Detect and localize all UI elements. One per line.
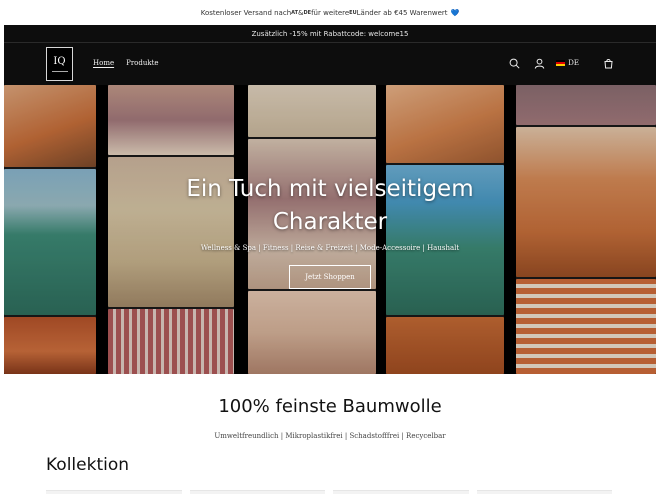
flag-de-icon bbox=[556, 60, 566, 66]
announcement-text-end: Länder ab €45 Warenwert bbox=[356, 8, 448, 17]
header-icons: DE bbox=[506, 55, 616, 71]
locale-label: DE bbox=[568, 59, 579, 67]
logo-mark: IQ bbox=[53, 55, 66, 67]
announcement-country-at: AT bbox=[291, 9, 299, 16]
logo-underline bbox=[51, 70, 68, 72]
nav-home[interactable]: Home bbox=[93, 59, 114, 67]
section-title: 100% feinste Baumwolle bbox=[218, 396, 442, 417]
hero-banner: Ein Tuch mit vielseitigem Charakter Well… bbox=[4, 85, 656, 374]
section-subtitle: Umweltfreundlich | Mikroplastikfrei | Sc… bbox=[214, 432, 446, 440]
main-nav: Home Produkte bbox=[93, 59, 159, 67]
promo-bar: Zusätzlich -15% mit Rabattcode: welcome1… bbox=[4, 25, 656, 43]
shop-now-button[interactable]: Jetzt Shoppen bbox=[289, 265, 371, 289]
announcement-country-de: DE bbox=[303, 9, 312, 16]
store-frame: Zusätzlich -15% mit Rabattcode: welcome1… bbox=[4, 25, 656, 374]
locale-selector[interactable]: DE bbox=[556, 59, 579, 67]
announcement-text-start: Kostenloser Versand nach bbox=[200, 8, 292, 17]
announcement-bar: Kostenloser Versand nach AT & DE für wei… bbox=[0, 0, 660, 25]
collection-card[interactable] bbox=[189, 490, 325, 494]
collection-card[interactable] bbox=[476, 490, 612, 494]
site-header: IQ Home Produkte DE bbox=[4, 43, 656, 85]
announcement-text-mid: für weitere bbox=[311, 8, 350, 17]
heart-icon: 💙 bbox=[450, 8, 460, 17]
hero-title-line-2: Charakter bbox=[272, 209, 388, 235]
hero-title: Ein Tuch mit vielseitigem Charakter bbox=[4, 173, 656, 239]
hero-subtitle: Wellness & Spa | Fitness | Reise & Freiz… bbox=[200, 244, 460, 252]
collection-card[interactable] bbox=[46, 490, 182, 494]
collection-card[interactable] bbox=[333, 490, 469, 494]
cart-icon[interactable] bbox=[600, 55, 616, 71]
logo[interactable]: IQ bbox=[46, 47, 73, 81]
collection-grid bbox=[46, 490, 612, 494]
account-icon[interactable] bbox=[531, 55, 547, 71]
nav-products[interactable]: Produkte bbox=[126, 59, 158, 67]
announcement-region-eu: EU bbox=[349, 9, 357, 16]
hero-title-line-1: Ein Tuch mit vielseitigem bbox=[186, 176, 474, 202]
collection-title: Kollektion bbox=[46, 455, 130, 475]
search-icon[interactable] bbox=[506, 55, 522, 71]
promo-text: Zusätzlich -15% mit Rabattcode: welcome1… bbox=[251, 29, 409, 38]
